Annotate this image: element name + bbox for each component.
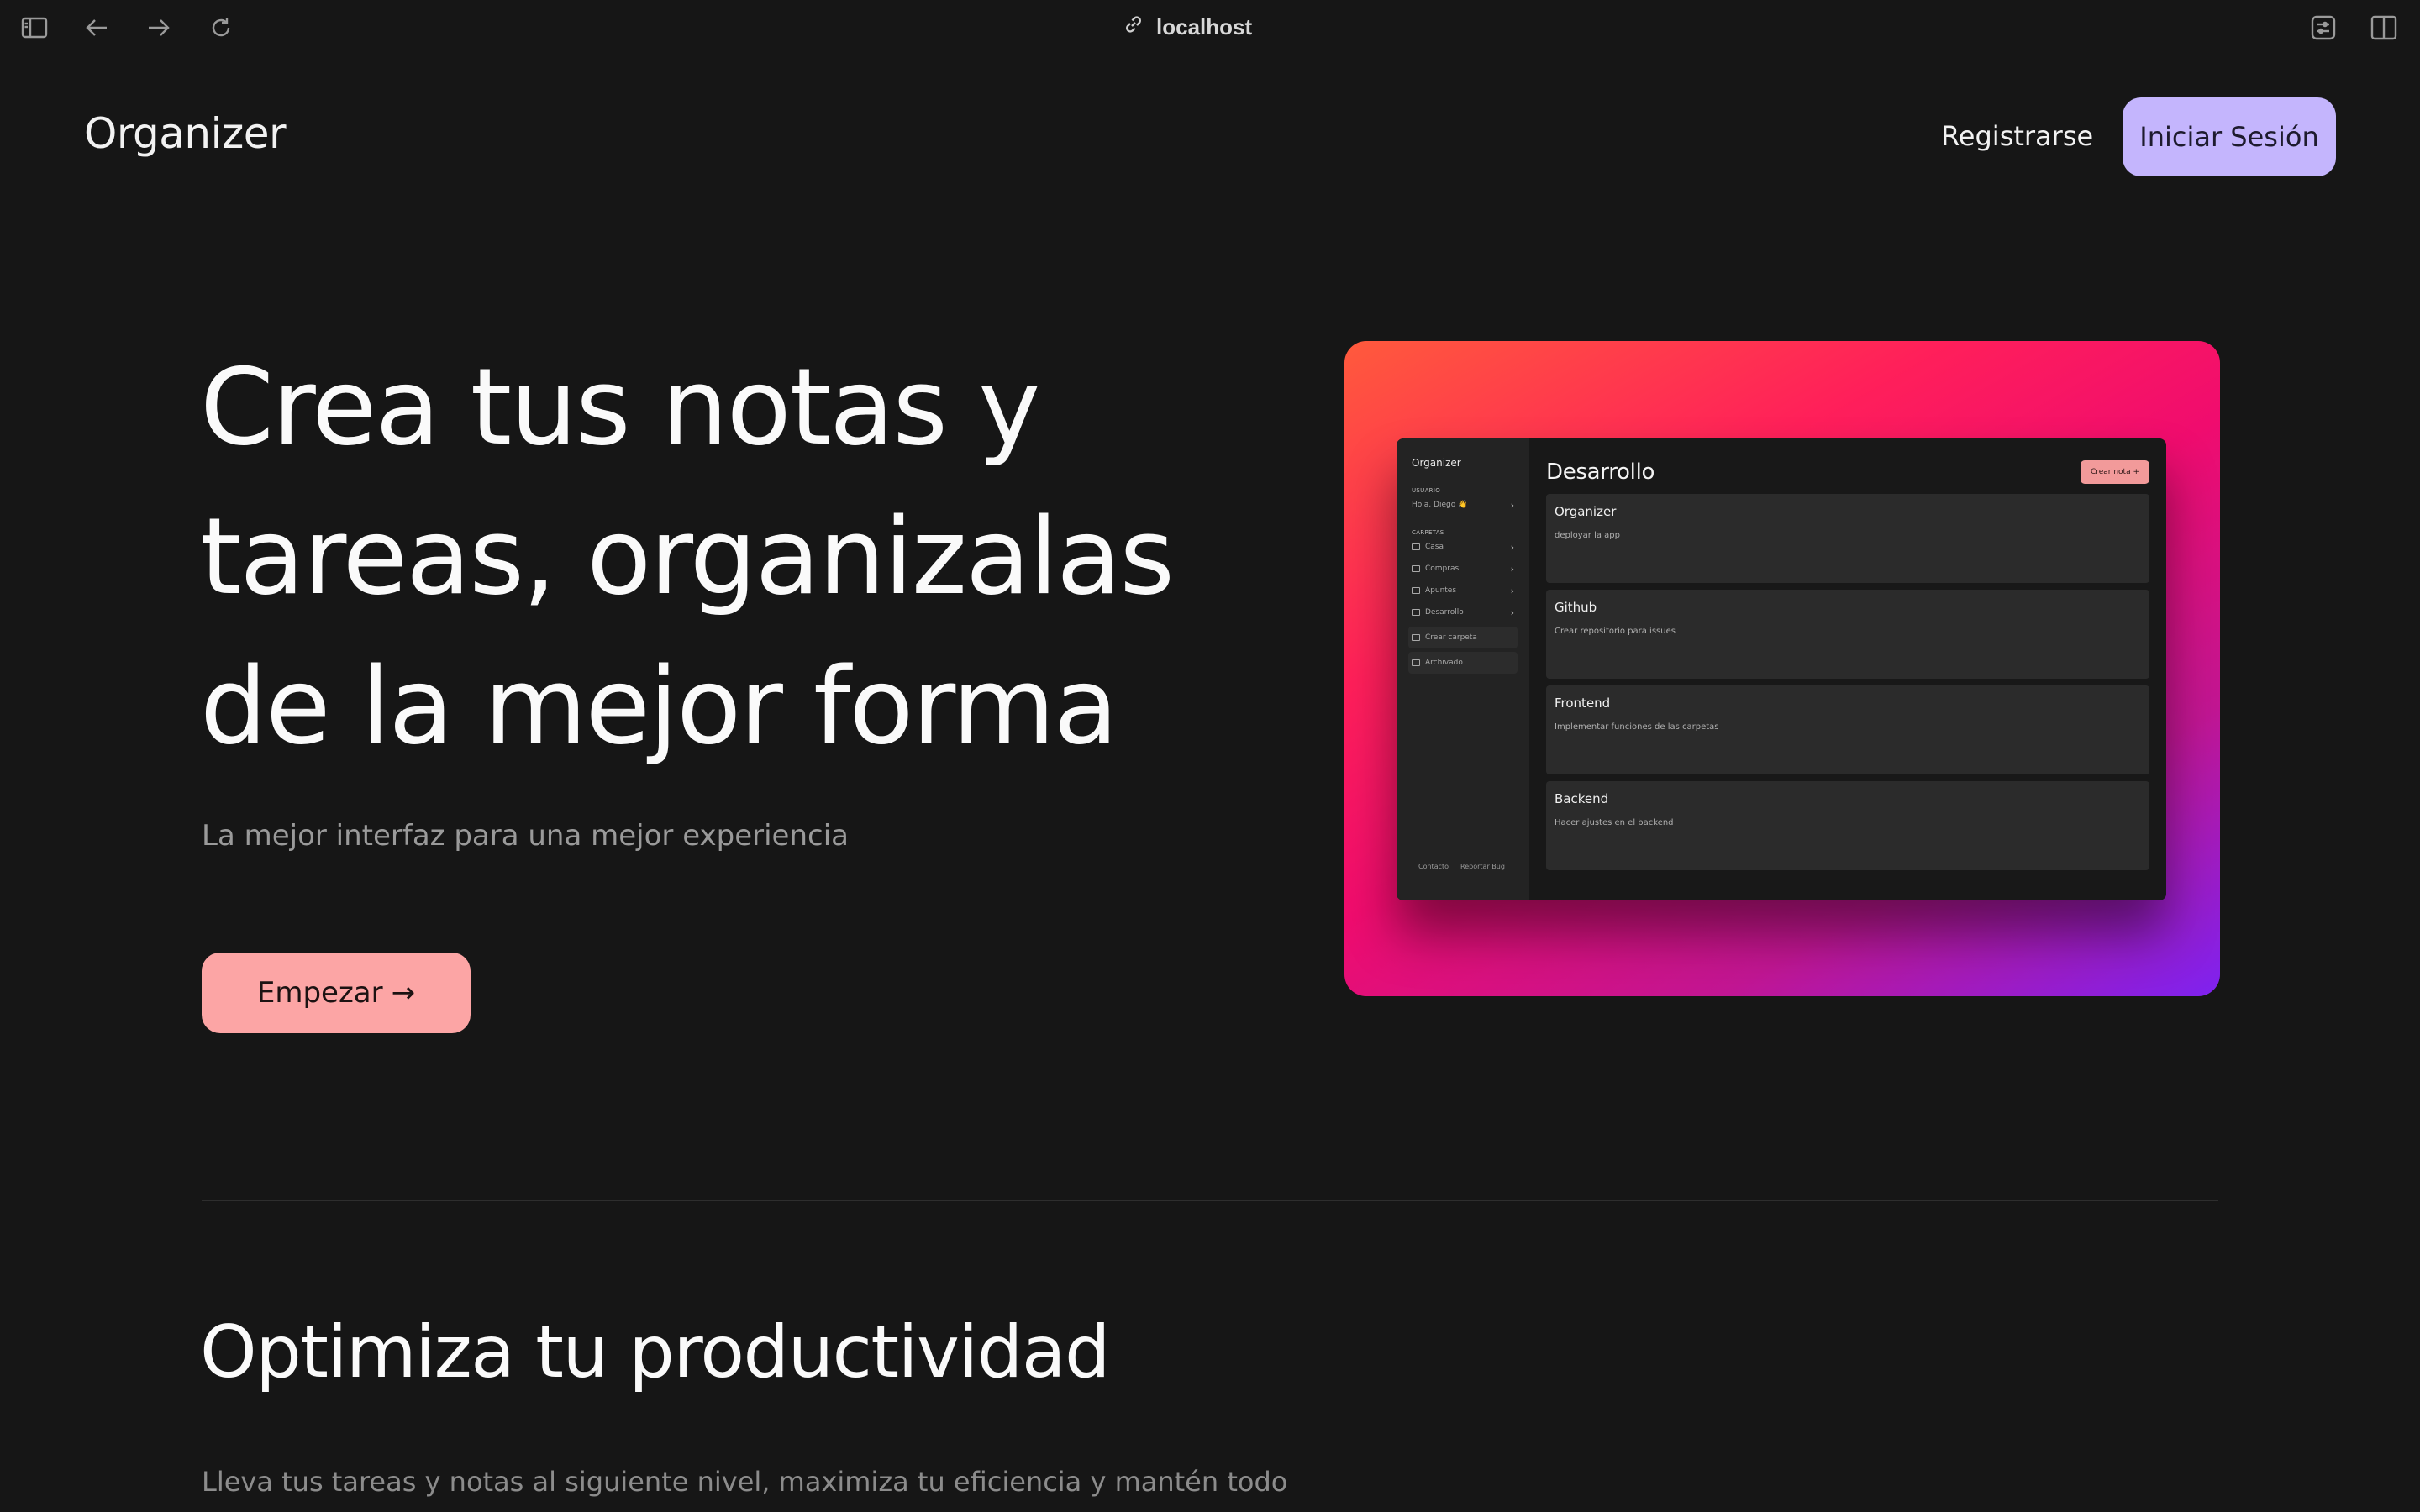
hero-title-line: Crea tus notas y xyxy=(200,345,1041,469)
preview-footer: Contacto Reportar Bug xyxy=(1418,863,1505,870)
preview-greeting-row: Hola, Diego 👋 › xyxy=(1412,494,1514,516)
browser-toolbar: localhost xyxy=(0,0,2420,54)
preview-note-title: Backend xyxy=(1555,791,1609,806)
preview-folder-item: Desarrollo › xyxy=(1412,601,1514,623)
preview-main: Desarrollo Crear nota + Organizer deploy… xyxy=(1529,438,2166,900)
preview-folder-label: Apuntes xyxy=(1425,586,1457,595)
folder-icon xyxy=(1412,587,1420,594)
chevron-right-icon: › xyxy=(1510,585,1514,596)
preview-folder-label: Casa xyxy=(1425,543,1444,551)
preview-note-description: deployar la app xyxy=(1555,531,1620,540)
forward-arrow-icon[interactable] xyxy=(145,13,173,42)
reload-icon[interactable] xyxy=(207,13,235,42)
sidebar-toggle-icon[interactable] xyxy=(20,13,49,42)
preview-folder-label: Desarrollo xyxy=(1425,608,1464,617)
preview-folder-label: Compras xyxy=(1425,564,1460,573)
preview-note-title: Frontend xyxy=(1555,696,1611,711)
login-button[interactable]: Iniciar Sesión xyxy=(2123,97,2336,176)
preview-folder-item: Compras › xyxy=(1412,558,1514,580)
preview-note-title: Organizer xyxy=(1555,504,1617,519)
preview-note-card: Frontend Implementar funciones de las ca… xyxy=(1546,685,2149,774)
link-icon xyxy=(1123,13,1144,41)
preview-archived: Archivado xyxy=(1408,652,1518,674)
arrow-right-icon: → xyxy=(391,976,416,1010)
hero-title-line: de la mejor forma xyxy=(200,644,1118,768)
start-button-label: Empezar xyxy=(256,976,383,1010)
split-view-icon[interactable] xyxy=(2370,13,2398,42)
chevron-right-icon: › xyxy=(1510,541,1514,553)
register-link[interactable]: Registrarse xyxy=(1941,120,2093,152)
section-text: Lleva tus tareas y notas al siguiente ni… xyxy=(202,1466,1288,1498)
preview-note-title: Github xyxy=(1555,600,1597,615)
preview-folders-section: CARPETAS xyxy=(1412,529,1444,536)
app-preview-window: Organizer USUARIO Hola, Diego 👋 › CARPET… xyxy=(1397,438,2166,900)
preview-note-card: Github Crear repositorio para issues xyxy=(1546,590,2149,679)
hero-title: Crea tus notas y tareas, organizalas de … xyxy=(200,333,1292,781)
chevron-right-icon: › xyxy=(1510,606,1514,618)
chevron-right-icon: › xyxy=(1510,499,1514,511)
preview-create-folder: Crear carpeta xyxy=(1408,627,1518,648)
hero-title-line: tareas, organizalas xyxy=(200,495,1175,618)
preview-header: Desarrollo Crear nota + xyxy=(1546,457,2149,487)
folder-open-icon xyxy=(1412,609,1420,616)
preview-user-section: USUARIO xyxy=(1412,487,1441,494)
section-divider xyxy=(202,1200,2218,1201)
preview-greeting: Hola, Diego 👋 xyxy=(1412,501,1468,509)
preview-sidebar: Organizer USUARIO Hola, Diego 👋 › CARPET… xyxy=(1397,438,1529,900)
preview-report-link: Reportar Bug xyxy=(1460,863,1505,870)
preview-new-note-button: Crear nota + xyxy=(2080,460,2149,484)
preview-note-description: Implementar funciones de las carpetas xyxy=(1555,722,1719,732)
back-arrow-icon[interactable] xyxy=(82,13,111,42)
archive-icon xyxy=(1412,659,1420,666)
section-title: Optimiza tu productividad xyxy=(200,1310,1111,1394)
preview-brand: Organizer xyxy=(1412,457,1461,469)
app-preview-card: Organizer USUARIO Hola, Diego 👋 › CARPET… xyxy=(1344,341,2220,996)
preview-folder-item: Apuntes › xyxy=(1412,580,1514,601)
extensions-icon[interactable] xyxy=(2309,13,2338,42)
preview-note-description: Hacer ajustes en el backend xyxy=(1555,818,1674,827)
preview-archived-label: Archivado xyxy=(1425,659,1463,667)
start-button[interactable]: Empezar → xyxy=(202,953,471,1033)
chevron-right-icon: › xyxy=(1510,563,1514,575)
address-bar[interactable]: localhost xyxy=(1123,12,1252,42)
hero-subtitle: La mejor interfaz para una mejor experie… xyxy=(202,819,849,853)
url-text: localhost xyxy=(1156,13,1253,39)
preview-create-folder-label: Crear carpeta xyxy=(1425,633,1477,642)
folder-icon xyxy=(1412,543,1420,550)
site-logo[interactable]: Organizer xyxy=(84,109,287,158)
preview-title: Desarrollo xyxy=(1546,459,1655,485)
folder-plus-icon xyxy=(1412,634,1420,641)
preview-contact-link: Contacto xyxy=(1418,863,1449,870)
preview-note-card: Organizer deployar la app xyxy=(1546,494,2149,583)
preview-folder-item: Casa › xyxy=(1412,536,1514,558)
preview-note-description: Crear repositorio para issues xyxy=(1555,627,1676,636)
folder-icon xyxy=(1412,565,1420,572)
preview-note-card: Backend Hacer ajustes en el backend xyxy=(1546,781,2149,870)
